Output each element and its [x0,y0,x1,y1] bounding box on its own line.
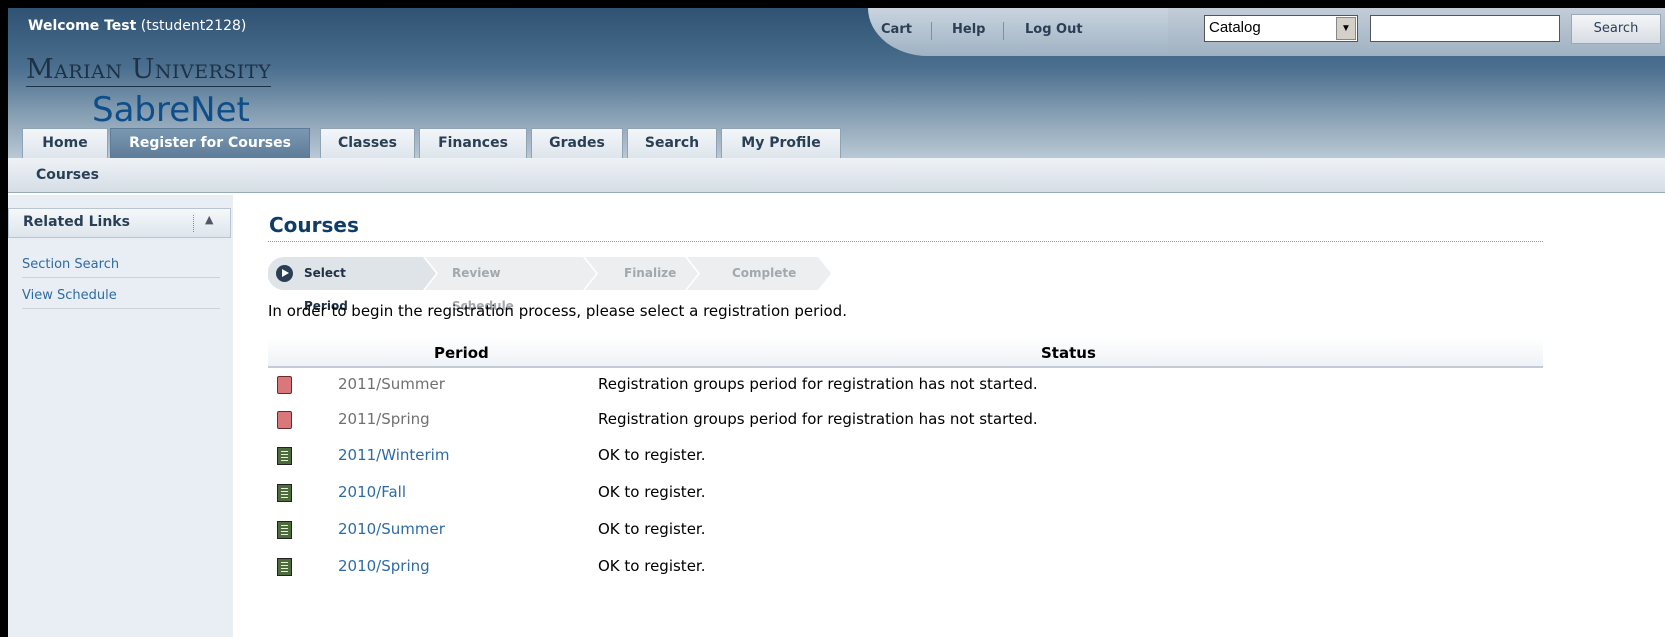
sidebar: Related Links ▲ Section Search View Sche… [8,195,233,637]
table-row: 2010/Summer OK to register. [268,515,1543,545]
tab-home[interactable]: Home [22,128,108,158]
tab-finances[interactable]: Finances [419,128,527,158]
section-search-link[interactable]: Section Search [22,257,220,278]
search-input[interactable] [1370,15,1560,42]
tab-grades[interactable]: Grades [531,128,623,158]
search-button[interactable]: Search [1571,14,1661,44]
tab-register-for-courses[interactable]: Register for Courses [110,128,310,158]
util-divider [931,22,932,40]
closed-book-icon [277,411,292,429]
view-schedule-link[interactable]: View Schedule [22,288,220,309]
period-label: 2011/Summer [338,375,445,393]
step-review-schedule: Review Schedule [452,266,514,313]
related-links-title: Related Links [23,214,130,230]
open-book-icon [277,447,292,465]
column-header-status: Status [1041,344,1096,362]
help-link[interactable]: Help [952,22,985,37]
search-area: Catalog ▼ Search [1168,8,1665,56]
welcome-user: (tstudent2128) [140,18,247,34]
log-out-link[interactable]: Log Out [1025,22,1083,37]
cart-link[interactable]: Cart [881,22,912,37]
open-book-icon [277,521,292,539]
university-logo-text: Marian University [26,54,272,87]
table-row: 2011/Summer Registration groups period f… [268,370,1543,400]
period-link[interactable]: 2011/Winterim [338,446,449,464]
play-icon [276,265,293,282]
collapse-arrow-icon[interactable]: ▲ [205,213,213,226]
period-link[interactable]: 2010/Fall [338,483,406,501]
sabrenet-logo-text: SabreNet [92,90,250,130]
page-title: Courses [269,213,359,237]
tab-my-profile[interactable]: My Profile [721,128,841,158]
sub-navigation: Courses [8,158,1665,193]
period-status: OK to register. [598,483,706,501]
app-window: Welcome Test (tstudent2128) Marian Unive… [0,0,1665,637]
closed-book-icon [277,376,292,394]
title-divider [268,241,1543,242]
subnav-courses[interactable]: Courses [36,167,99,183]
main-content: Courses Select Period Review Schedule Fi… [268,195,1548,637]
table-row: 2011/Winterim OK to register. [268,441,1543,471]
step-complete: Complete [732,266,797,280]
open-book-icon [277,558,292,576]
period-status: OK to register. [598,557,706,575]
site-header: Welcome Test (tstudent2128) Marian Unive… [8,8,1665,158]
period-status: OK to register. [598,520,706,538]
related-links-header: Related Links ▲ [8,208,231,238]
table-row: 2010/Fall OK to register. [268,478,1543,508]
tab-search[interactable]: Search [627,128,717,158]
period-status: Registration groups period for registrat… [598,375,1038,393]
instructions-text: In order to begin the registration proce… [268,302,847,320]
utility-bar: Cart Help Log Out [868,8,1168,56]
header-divider [193,215,194,232]
table-row: 2010/Spring OK to register. [268,552,1543,582]
step-select-period: Select Period [304,266,348,313]
tab-classes[interactable]: Classes [320,128,415,158]
welcome-name: Welcome Test [28,18,137,34]
period-status: OK to register. [598,446,706,464]
util-divider [1003,22,1004,40]
period-status: Registration groups period for registrat… [598,410,1038,428]
step-finalize: Finalize [624,266,677,280]
table-header: Period Status [268,338,1543,368]
search-scope-select[interactable]: Catalog ▼ [1204,15,1358,42]
period-link[interactable]: 2010/Spring [338,557,430,575]
welcome-text: Welcome Test (tstudent2128) [28,18,246,34]
search-scope-value: Catalog [1209,19,1261,36]
table-row: 2011/Spring Registration groups period f… [268,405,1543,435]
column-header-period: Period [434,344,489,362]
chevron-down-icon[interactable]: ▼ [1336,17,1356,40]
open-book-icon [277,484,292,502]
period-label: 2011/Spring [338,410,430,428]
period-link[interactable]: 2010/Summer [338,520,445,538]
